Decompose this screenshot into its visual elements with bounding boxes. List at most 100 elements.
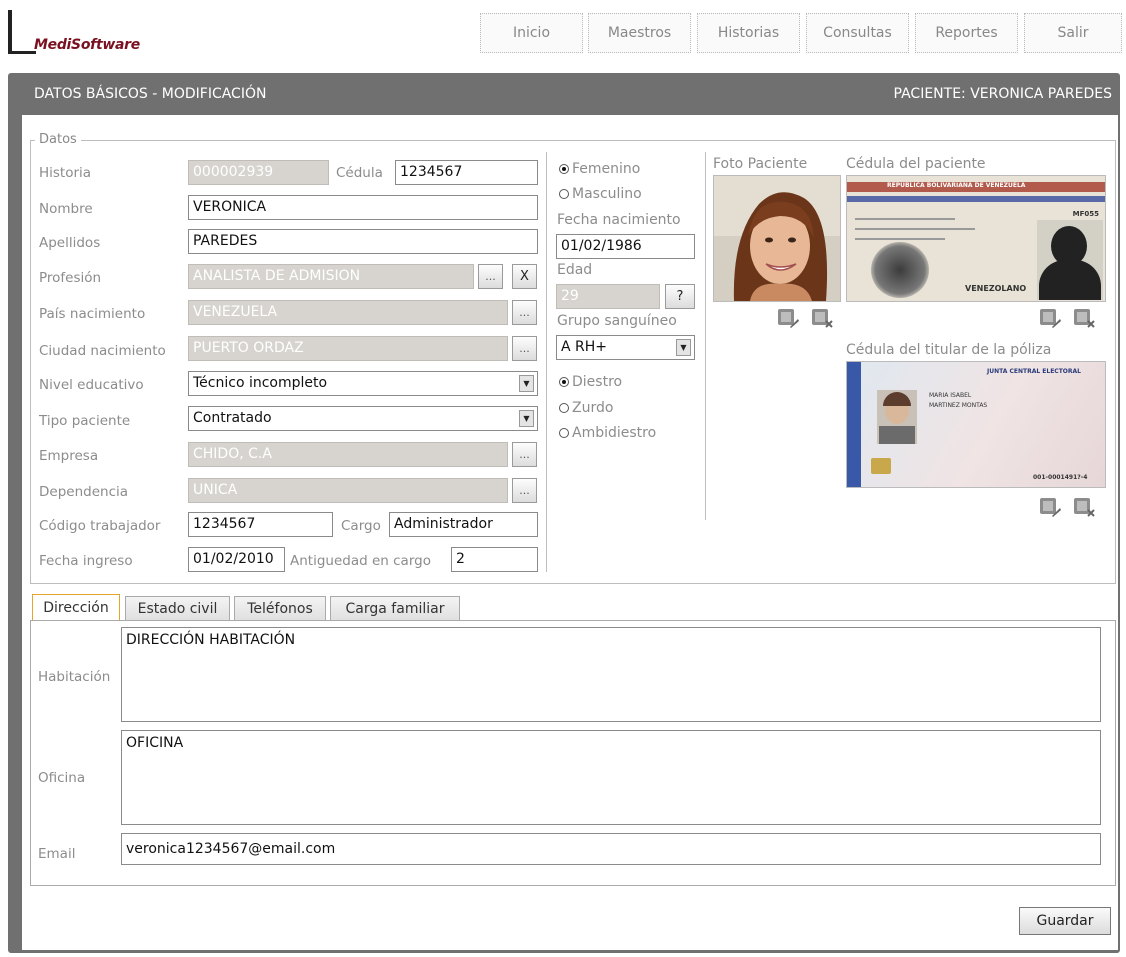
id2-number: 001-0001491?-4 xyxy=(1033,474,1088,481)
id1-code: MF055 xyxy=(1072,210,1099,218)
diestro-radio[interactable]: Diestro xyxy=(559,374,622,390)
ingreso-label: Fecha ingreso xyxy=(39,553,133,569)
patient-photo xyxy=(713,175,841,302)
oficina-label: Oficina xyxy=(38,770,86,786)
cedula-field[interactable]: 1234567 xyxy=(395,160,538,185)
chevron-down-icon: ▼ xyxy=(519,410,534,427)
patient-name: PACIENTE: VERONICA PAREDES xyxy=(893,86,1112,102)
page-title: DATOS BÁSICOS - MODIFICACIÓN xyxy=(34,86,267,102)
dependencia-field[interactable]: UNICA xyxy=(188,478,508,503)
habitacion-label: Habitación xyxy=(38,669,111,685)
profesion-label: Profesión xyxy=(39,270,102,286)
edit-cedula-icon[interactable] xyxy=(1038,307,1062,329)
id2-surname: MARTINEZ MONTAS xyxy=(929,402,988,409)
delete-photo-icon[interactable] xyxy=(810,307,834,329)
ingreso-field[interactable]: 01/02/2010 xyxy=(188,547,285,572)
pais-field[interactable]: VENEZUELA xyxy=(188,300,508,325)
ciudad-browse-button[interactable]: ... xyxy=(512,336,537,361)
apellidos-label: Apellidos xyxy=(39,235,101,251)
grupo-sanguineo-value: A RH+ xyxy=(561,339,608,355)
tab-direccion[interactable]: Dirección xyxy=(32,594,120,621)
cargo-label: Cargo xyxy=(341,518,381,534)
profesion-browse-button[interactable]: ... xyxy=(478,264,503,289)
delete-cedula-icon[interactable] xyxy=(1072,307,1096,329)
codigo-field[interactable]: 1234567 xyxy=(188,512,333,537)
id2-heading: JUNTA CENTRAL ELECTORAL xyxy=(987,368,1081,375)
radio-checked-icon xyxy=(559,377,569,387)
nav-historias[interactable]: Historias xyxy=(697,13,800,53)
sexo-masculino-label: Masculino xyxy=(572,186,642,202)
save-button[interactable]: Guardar xyxy=(1019,907,1111,935)
cedula-paciente-label: Cédula del paciente xyxy=(846,156,986,172)
profesion-field[interactable]: ANALISTA DE ADMISION xyxy=(188,264,474,289)
ambidiestro-label: Ambidiestro xyxy=(572,425,657,441)
cedula-titular-label: Cédula del titular de la póliza xyxy=(846,342,1052,358)
antiguedad-label: Antiguedad en cargo xyxy=(290,553,431,569)
nombre-label: Nombre xyxy=(39,201,93,217)
sexo-femenino-radio[interactable]: Femenino xyxy=(559,161,640,177)
dependencia-browse-button[interactable]: ... xyxy=(512,478,537,503)
nav-salir[interactable]: Salir xyxy=(1024,13,1122,53)
dependencia-label: Dependencia xyxy=(39,484,129,500)
nivel-select-value: Técnico incompleto xyxy=(193,375,328,391)
grupo-sanguineo-select[interactable]: A RH+ ▼ xyxy=(556,335,695,360)
sexo-masculino-radio[interactable]: Masculino xyxy=(559,186,642,202)
email-field[interactable]: veronica1234567@email.com xyxy=(121,833,1101,865)
tab-estado-civil[interactable]: Estado civil xyxy=(125,596,230,621)
nav-reportes[interactable]: Reportes xyxy=(915,13,1018,53)
empresa-browse-button[interactable]: ... xyxy=(512,442,537,467)
fecha-nacimiento-label: Fecha nacimiento xyxy=(557,212,681,228)
tipo-select[interactable]: Contratado ▼ xyxy=(188,406,538,431)
zurdo-radio[interactable]: Zurdo xyxy=(559,400,613,416)
antiguedad-field[interactable]: 2 xyxy=(451,547,538,572)
apellidos-field[interactable]: PAREDES xyxy=(188,229,538,254)
diestro-label: Diestro xyxy=(572,374,623,390)
pais-label: País nacimiento xyxy=(39,306,146,322)
cedula-titular-image: JUNTA CENTRAL ELECTORAL MARIA ISABEL MAR… xyxy=(846,361,1106,488)
habitacion-textarea[interactable]: DIRECCIÓN HABITACIÓN xyxy=(121,627,1101,722)
tipo-select-value: Contratado xyxy=(193,410,272,426)
radio-unchecked-icon xyxy=(559,428,569,438)
nav-consultas[interactable]: Consultas xyxy=(806,13,909,53)
fecha-nacimiento-field[interactable]: 01/02/1986 xyxy=(556,234,695,259)
nivel-label: Nivel educativo xyxy=(39,377,144,393)
oficina-textarea[interactable]: OFICINA xyxy=(121,730,1101,825)
column-divider xyxy=(705,152,706,520)
historia-field[interactable]: 000002939 xyxy=(188,160,329,185)
radio-checked-icon xyxy=(559,164,569,174)
historia-label: Historia xyxy=(39,165,92,181)
nav-maestros[interactable]: Maestros xyxy=(588,13,691,53)
empresa-label: Empresa xyxy=(39,448,99,464)
ambidiestro-radio[interactable]: Ambidiestro xyxy=(559,425,656,441)
id1-nationality: VENEZOLANO xyxy=(965,284,1027,293)
radio-unchecked-icon xyxy=(559,189,569,199)
edad-field[interactable]: 29 xyxy=(556,284,660,309)
ciudad-label: Ciudad nacimiento xyxy=(39,343,166,359)
profesion-clear-button[interactable]: X xyxy=(512,264,537,289)
logo-underline xyxy=(8,51,36,54)
ciudad-field[interactable]: PUERTO ORDAZ xyxy=(188,336,508,361)
datos-legend: Datos xyxy=(35,132,81,147)
chevron-down-icon: ▼ xyxy=(519,375,534,392)
nivel-select[interactable]: Técnico incompleto ▼ xyxy=(188,371,538,396)
grupo-sanguineo-label: Grupo sanguíneo xyxy=(557,313,677,329)
logo-mark xyxy=(8,10,12,54)
tab-carga-familiar[interactable]: Carga familiar xyxy=(330,596,460,621)
codigo-label: Código trabajador xyxy=(39,518,161,534)
chevron-down-icon: ▼ xyxy=(676,339,691,356)
zurdo-label: Zurdo xyxy=(572,400,614,416)
edit-photo-icon[interactable] xyxy=(776,307,800,329)
edad-calc-button[interactable]: ? xyxy=(665,284,695,309)
cargo-field[interactable]: Administrador xyxy=(389,512,538,537)
cedula-paciente-image: REPUBLICA BOLIVARIANA DE VENEZUELA MF055… xyxy=(846,175,1106,302)
id2-name: MARIA ISABEL xyxy=(929,392,972,399)
pais-browse-button[interactable]: ... xyxy=(512,300,537,325)
edad-label: Edad xyxy=(557,262,593,278)
nombre-field[interactable]: VERONICA xyxy=(188,195,538,220)
tab-telefonos[interactable]: Teléfonos xyxy=(234,596,326,621)
edit-titular-icon[interactable] xyxy=(1038,496,1062,518)
empresa-field[interactable]: CHIDO, C.A xyxy=(188,442,508,467)
delete-titular-icon[interactable] xyxy=(1072,496,1096,518)
brand-logo: MediSoftware xyxy=(34,37,140,53)
nav-inicio[interactable]: Inicio xyxy=(480,13,583,53)
